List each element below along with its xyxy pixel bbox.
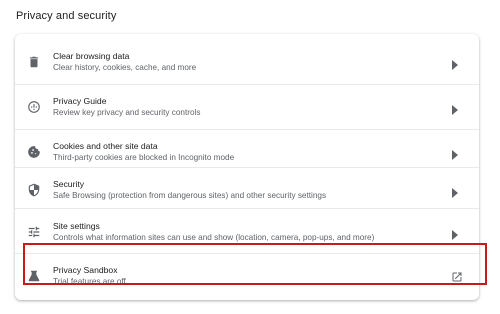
row-title: Clear browsing data (53, 51, 130, 61)
row-title: Privacy Guide (53, 96, 107, 106)
row-subtitle: Third-party cookies are blocked in Incog… (53, 153, 235, 162)
site-settings-highlight (23, 243, 487, 285)
chevron-right-icon (451, 185, 459, 198)
row-title: Security (53, 179, 85, 189)
privacy-guide-row[interactable]: Privacy Guide Review key privacy and sec… (15, 85, 479, 129)
chevron-right-icon (451, 57, 459, 70)
row-title: Cookies and other site data (53, 141, 158, 151)
clear-browsing-data-row[interactable]: Clear browsing data Clear history, cooki… (15, 40, 479, 84)
row-title: Site settings (53, 221, 100, 231)
row-subtitle: Review key privacy and security controls (53, 108, 201, 117)
security-row[interactable]: Security Safe Browsing (protection from … (15, 168, 479, 212)
section-title: Privacy and security (16, 10, 117, 22)
chevron-right-icon (451, 147, 459, 160)
trash-icon (26, 54, 42, 70)
privacy-guide-icon (26, 99, 42, 115)
divider (15, 208, 479, 209)
row-subtitle: Clear history, cookies, cache, and more (53, 63, 197, 72)
shield-icon (26, 182, 42, 198)
row-subtitle: Safe Browsing (protection from dangerous… (53, 191, 327, 200)
chevron-right-icon (451, 227, 459, 240)
chevron-right-icon (451, 102, 459, 115)
privacy-security-card: Clear browsing data Clear history, cooki… (15, 34, 487, 300)
cookie-icon (26, 144, 42, 160)
tune-icon (26, 224, 42, 240)
